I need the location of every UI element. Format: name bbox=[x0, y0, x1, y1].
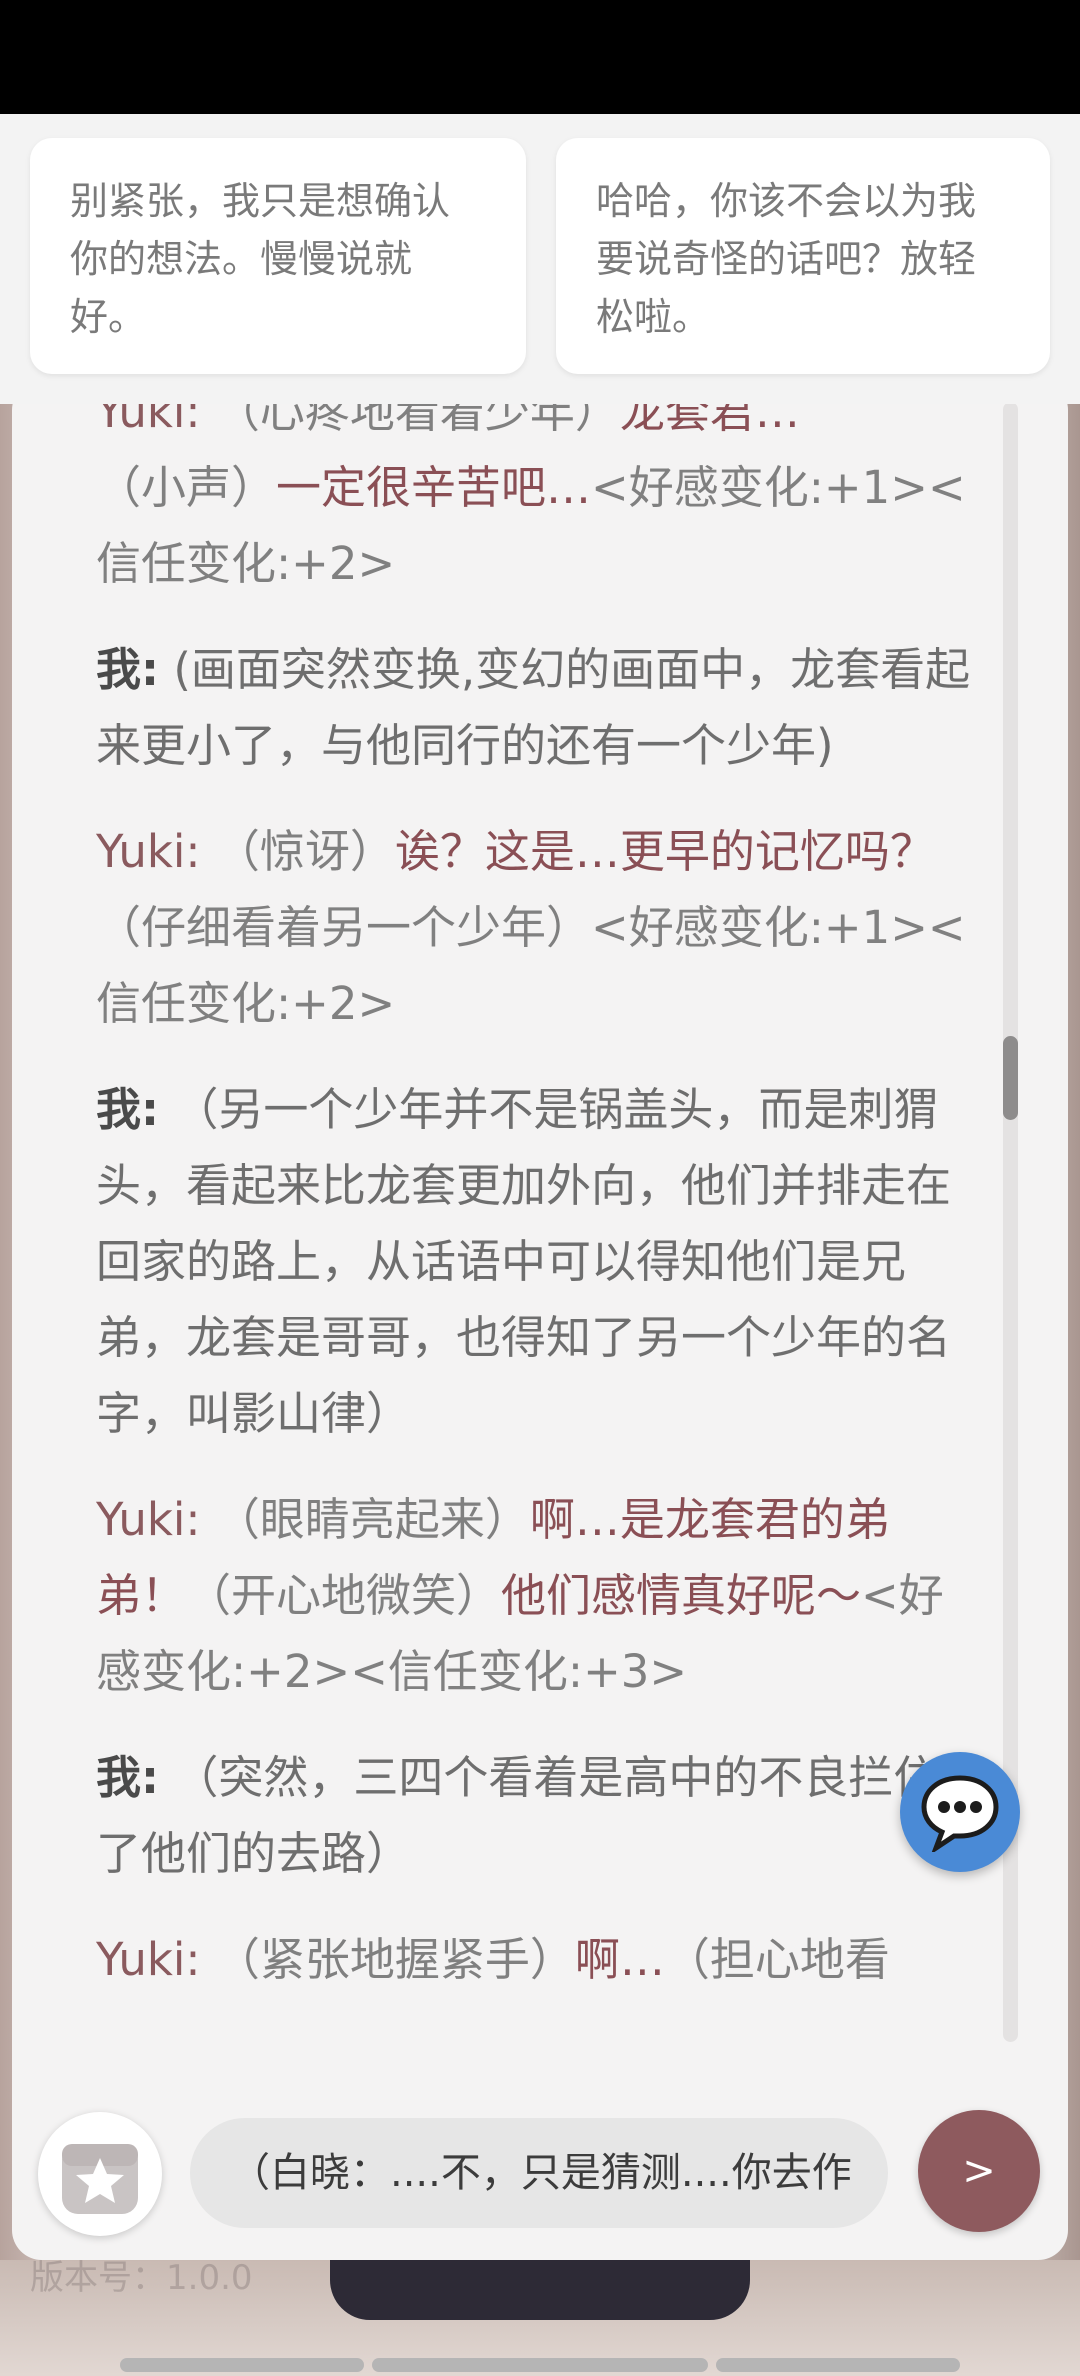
suggestion-card[interactable]: 哈哈，你该不会以为我要说奇怪的话吧？放轻松啦。 bbox=[556, 138, 1050, 374]
dialogue-text: 一定很辛苦吧… bbox=[276, 461, 592, 514]
dialogue-text: 啊… bbox=[574, 1933, 665, 1986]
status-bar bbox=[0, 0, 1080, 114]
yuki-message: Yuki: （眼睛亮起来）啊…是龙套君的弟弟！（开心地微笑）他们感情真好呢～<好… bbox=[96, 1482, 976, 1710]
action-text: （小声） bbox=[96, 461, 277, 514]
chat-bubble-button[interactable] bbox=[900, 1752, 1020, 1872]
speaker-label: 我: bbox=[96, 1751, 159, 1804]
speaker-label: Yuki: bbox=[96, 825, 201, 878]
dialogue-text: 诶？这是…更早的记忆吗？ bbox=[394, 825, 935, 878]
message-list[interactable]: Yuki: （心疼地看着少年）龙套君…（小声）一定很辛苦吧…<好感变化:+1><… bbox=[96, 374, 976, 2034]
message-text: （另一个少年并不是锅盖头，而是刺猬头，看起来比龙套更加外向，他们并排走在回家的路… bbox=[96, 1083, 952, 1440]
message-text: （突然，三四个看着是高中的不良拦住了他们的去路） bbox=[96, 1751, 939, 1880]
character-art bbox=[330, 2250, 750, 2320]
gift-star-icon bbox=[62, 2144, 138, 2214]
message-input[interactable]: （白晓：....不，只是猜测....你去作 bbox=[190, 2118, 888, 2228]
suggestion-card[interactable]: 别紧张，我只是想确认你的想法。慢慢说就好。 bbox=[30, 138, 526, 374]
nav-bar-segment bbox=[372, 2358, 708, 2372]
speaker-label: Yuki: bbox=[96, 1933, 201, 1986]
action-text: （紧张地握紧手） bbox=[214, 1933, 575, 1986]
speaker-label: 我: bbox=[96, 1083, 159, 1136]
action-text: （仔细看着另一个少年）<好感变化:+1><信任变化:+2> bbox=[96, 901, 966, 1030]
action-text: （眼睛亮起来） bbox=[214, 1493, 530, 1546]
speaker-label: 我: bbox=[96, 643, 159, 696]
send-button[interactable]: > bbox=[918, 2110, 1040, 2232]
yuki-message: Yuki: （心疼地看着少年）龙套君…（小声）一定很辛苦吧…<好感变化:+1><… bbox=[96, 374, 976, 602]
dialogue-text: 他们感情真好呢～ bbox=[501, 1569, 862, 1622]
user-message: 我: （突然，三四个看着是高中的不良拦住了他们的去路） bbox=[96, 1740, 976, 1892]
yuki-message: Yuki: （紧张地握紧手）啊…（担心地看 bbox=[96, 1922, 976, 1998]
nav-bar-segment bbox=[716, 2358, 960, 2372]
scrollbar-thumb[interactable] bbox=[1003, 1036, 1018, 1120]
speaker-label: Yuki: bbox=[96, 1493, 201, 1546]
user-message: 我: (画面突然变换,变幻的画面中，龙套看起来更小了，与他同行的还有一个少年) bbox=[96, 632, 976, 784]
action-text: （开心地微笑） bbox=[186, 1569, 502, 1622]
nav-bar-segment bbox=[120, 2358, 364, 2372]
action-text: （惊讶） bbox=[214, 825, 395, 878]
gift-button[interactable] bbox=[38, 2112, 162, 2236]
user-message: 我: （另一个少年并不是锅盖头，而是刺猬头，看起来比龙套更加外向，他们并排走在回… bbox=[96, 1072, 976, 1452]
speech-bubble-icon bbox=[921, 1775, 999, 1852]
action-text: （担心地看 bbox=[664, 1933, 890, 1986]
yuki-message: Yuki: （惊讶）诶？这是…更早的记忆吗？ （仔细看着另一个少年）<好感变化:+… bbox=[96, 814, 976, 1042]
message-text: (画面突然变换,变幻的画面中，龙套看起来更小了，与他同行的还有一个少年) bbox=[96, 643, 971, 772]
